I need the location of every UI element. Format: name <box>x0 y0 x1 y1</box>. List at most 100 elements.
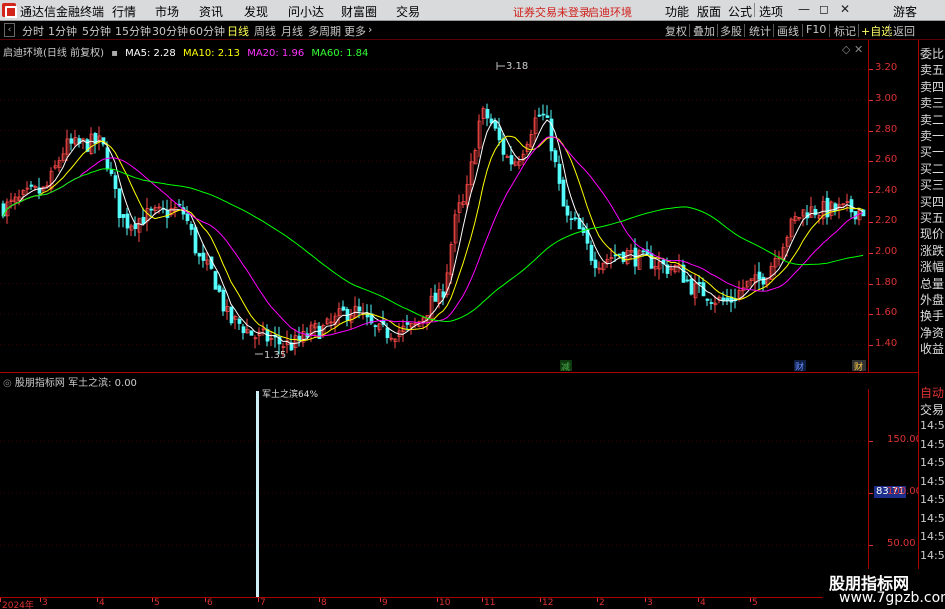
indicator-toggle-icon[interactable]: ◎ <box>3 378 12 389</box>
menu-item-trade[interactable]: 交易 <box>396 3 420 20</box>
date-tick-label: 9 <box>382 598 388 608</box>
menu-divider <box>754 3 755 17</box>
menu-item-market[interactable]: 市场 <box>155 3 179 20</box>
date-tick-mark <box>645 598 646 602</box>
price-tick-label: 2.80 <box>875 123 898 135</box>
toolbar-divider <box>802 24 803 37</box>
quote-label: 卖四 <box>920 79 945 94</box>
candle-body <box>149 208 154 211</box>
marker-finance-2[interactable]: 财 <box>854 361 863 372</box>
marker-finance[interactable]: 财 <box>795 361 804 372</box>
maximize-icon[interactable]: ◻ <box>819 2 829 16</box>
chart-legend: 启迪环境(日线 前复权) ▪ MA5: 2.28 MA10: 2.13 MA20… <box>3 44 372 59</box>
menu-item-wealth-circle[interactable]: 财富圈 <box>341 3 377 20</box>
tab-daily[interactable]: 日线 <box>227 23 249 39</box>
candle-body <box>589 244 594 261</box>
tab-monthly[interactable]: 月线 <box>281 23 303 39</box>
menu-item-function[interactable]: 功能 <box>665 3 689 20</box>
candle-body <box>593 259 598 269</box>
candle-body <box>617 253 622 256</box>
date-tick-label: 6 <box>207 598 213 608</box>
price-tick-mark <box>869 222 873 224</box>
diamond-icon[interactable]: ◇ <box>842 43 850 56</box>
toolbar-divider <box>717 24 718 37</box>
btn-return[interactable]: 返回 <box>893 23 915 39</box>
minimize-icon[interactable]: — <box>798 2 810 16</box>
menu-item-formula[interactable]: 公式 <box>728 3 752 20</box>
quote-label: 涨幅 <box>920 260 945 275</box>
price-tick-mark <box>869 161 873 163</box>
trade-time: 14:56 <box>920 437 945 451</box>
login-status[interactable]: 证券交易未登录 <box>513 4 590 20</box>
candle-body <box>373 325 378 327</box>
more-chevron-icon[interactable]: › <box>368 23 372 36</box>
quote-label: 换手 <box>920 309 945 324</box>
tab-weekly[interactable]: 周线 <box>254 23 276 39</box>
tab-more[interactable]: 更多 <box>344 23 366 39</box>
candle-body <box>553 150 558 163</box>
trade-time: 14:56 <box>920 419 945 432</box>
candle-body <box>757 271 762 280</box>
menu-item-news[interactable]: 资讯 <box>199 3 223 20</box>
indicator-tick-label: 100.00 <box>887 486 922 497</box>
price-tick-mark <box>869 314 873 316</box>
menu-item-layout[interactable]: 版面 <box>697 3 721 20</box>
indicator-tick-label: 50.00 <box>887 538 916 549</box>
candle-body <box>501 138 506 155</box>
candle-body <box>185 213 190 221</box>
low-price-label: 1.35 <box>264 350 286 361</box>
candle-body <box>197 253 202 257</box>
candlestick-chart[interactable]: 3.18 1.35 减 财 财 <box>0 40 868 372</box>
btn-add-watchlist[interactable]: +自选 <box>861 23 892 39</box>
btn-statistics[interactable]: 统计 <box>749 23 771 39</box>
close-icon[interactable]: ✕ <box>840 2 850 16</box>
price-tick-label: 1.60 <box>875 307 898 319</box>
date-tick-mark <box>482 598 483 602</box>
date-tick-mark <box>380 598 381 602</box>
tab-30min[interactable]: 30分钟 <box>152 23 188 39</box>
marker-reduce[interactable]: 减 <box>561 361 570 372</box>
candle-body <box>341 306 346 311</box>
menu-item-market-quotes[interactable]: 行情 <box>112 3 136 20</box>
app-title: 通达信金融终端 <box>20 5 105 19</box>
btn-mark[interactable]: 标记 <box>834 23 856 39</box>
tab-1min[interactable]: 1分钟 <box>48 23 77 39</box>
date-tick-mark <box>258 598 259 602</box>
btn-overlay[interactable]: 叠加 <box>693 23 715 39</box>
toolbar-divider <box>744 24 745 37</box>
date-tick-mark <box>319 598 320 602</box>
close-chart-icon[interactable]: ✕ <box>854 43 863 56</box>
price-tick-mark <box>869 99 873 101</box>
candle-body <box>813 208 818 216</box>
menu-item-wenxiaoda[interactable]: 问小达 <box>288 3 324 20</box>
tab-60min[interactable]: 60分钟 <box>189 23 225 39</box>
indicator-axis: 83.71 150.00 100.00 50.00 <box>868 389 922 597</box>
tab-timeshare[interactable]: 分时 <box>22 23 44 39</box>
candle-body <box>573 217 578 220</box>
quote-side-panel: 委比 卖五 卖四 卖三 卖二 卖一 买一 买二 买三 买四 买五 现价 涨跌 涨幅 总量 外盘 换手 净资 收益 自动… <box>918 40 945 609</box>
back-arrow-icon[interactable]: ‹ <box>4 23 15 37</box>
btn-f10[interactable]: F10 <box>806 23 826 36</box>
menu-item-discover[interactable]: 发现 <box>244 3 268 20</box>
date-tick-mark <box>437 598 438 602</box>
candles <box>1 103 866 357</box>
quote-label: 外盘 <box>920 293 945 307</box>
guest-user[interactable]: 游客 <box>893 3 917 20</box>
tab-multi-period[interactable]: 多周期 <box>308 23 341 39</box>
tab-5min[interactable]: 5分钟 <box>82 23 111 39</box>
candle-body <box>849 199 854 213</box>
indicator-chart[interactable]: 军土之滨64% <box>0 389 868 597</box>
quote-label: 买四 <box>920 194 945 209</box>
btn-draw-lines[interactable]: 画线 <box>777 23 799 39</box>
quote-label: 卖三 <box>920 96 945 111</box>
menu-bar: 通达信金融终端 行情 市场 资讯 发现 问小达 财富圈 交易 证券交易未登录 启… <box>0 0 945 21</box>
btn-adjust[interactable]: 复权 <box>665 23 687 39</box>
chart-grid <box>0 68 868 346</box>
legend-square-icon: ▪ <box>111 48 118 59</box>
btn-multi-stock[interactable]: 多股 <box>720 23 742 39</box>
indicator-title: 股朋指标网 军土之滨: 0.00 <box>14 378 137 389</box>
tab-15min[interactable]: 15分钟 <box>115 23 151 39</box>
menu-item-options[interactable]: 选项 <box>759 3 783 20</box>
indicator-tick-mark <box>869 493 873 494</box>
chart-corner-icons: ◇ ✕ <box>842 43 863 56</box>
